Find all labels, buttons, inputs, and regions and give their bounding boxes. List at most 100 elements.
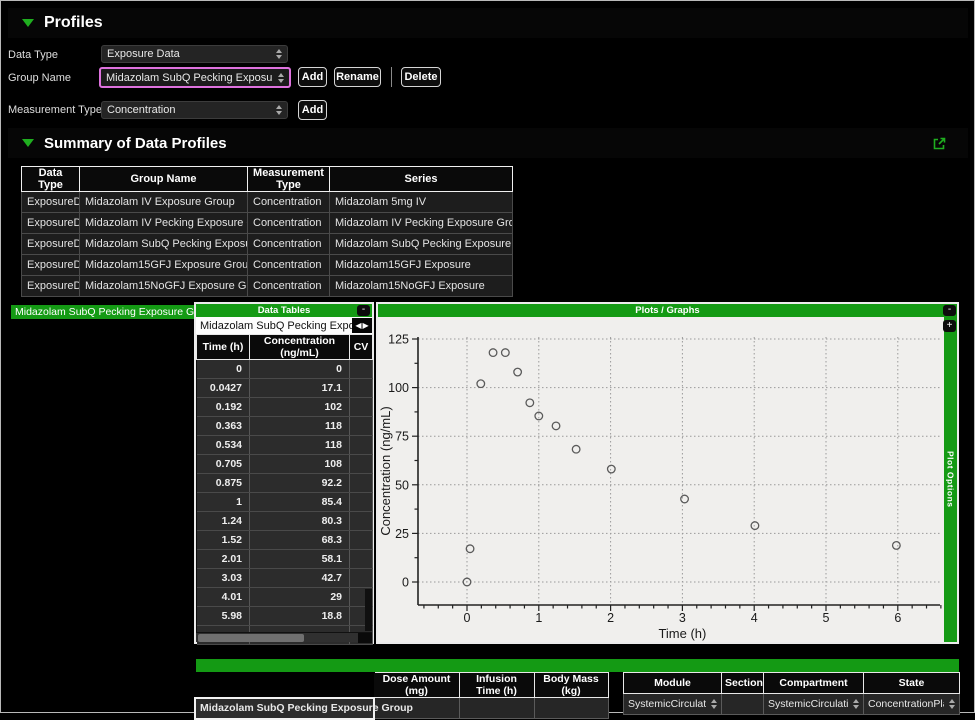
mapping-cell[interactable]: [722, 694, 764, 715]
open-external-icon[interactable]: [933, 137, 946, 150]
data-table-row: 1.2480.3: [197, 512, 373, 531]
data-table-cell[interactable]: [350, 512, 373, 531]
data-table-cell[interactable]: 29: [250, 588, 350, 607]
data-table-cell[interactable]: 42.7: [250, 569, 350, 588]
x-tick-label: 3: [679, 611, 686, 625]
dose-header-spacer: [195, 673, 374, 698]
horizontal-scrollbar[interactable]: [196, 632, 372, 642]
data-table-cell[interactable]: 0.192: [197, 398, 250, 417]
scrollbar-thumb[interactable]: [198, 634, 304, 642]
summary-row[interactable]: ExposureDataMidazolam IV Exposure GroupC…: [22, 192, 513, 213]
data-table-cell[interactable]: [350, 550, 373, 569]
data-table-cell[interactable]: 0.534: [197, 436, 250, 455]
summary-cell: ExposureData: [22, 192, 80, 213]
group-rename-button[interactable]: Rename: [334, 67, 381, 87]
data-table-cell[interactable]: 58.1: [250, 550, 350, 569]
group-name-select[interactable]: Midazolam SubQ Pecking Exposure Group: [99, 67, 291, 88]
data-table-cell[interactable]: 108: [250, 455, 350, 474]
data-table-cell[interactable]: 0.875: [197, 474, 250, 493]
select-stepper-icon: [276, 105, 282, 115]
data-table-cell[interactable]: 0.0427: [197, 379, 250, 398]
data-point: [489, 349, 497, 357]
summary-row[interactable]: ExposureDataMidazolam IV Pecking Exposur…: [22, 213, 513, 234]
data-table-cell[interactable]: 118: [250, 417, 350, 436]
collapse-arrow-icon[interactable]: [22, 139, 34, 147]
data-type-select[interactable]: Exposure Data: [101, 45, 288, 63]
group-add-button[interactable]: Add: [298, 67, 327, 87]
data-point: [893, 542, 901, 550]
mapping-select[interactable]: SystemicCirculation: [764, 694, 864, 715]
data-table-cell[interactable]: 0: [197, 360, 250, 379]
plot-options-strip[interactable]: Plot Options: [944, 317, 957, 642]
summary-row[interactable]: ExposureDataMidazolam15GFJ Exposure Grou…: [22, 255, 513, 276]
data-tables-tabbar: Midazolam SubQ Pecking Exposure Group ◀ …: [196, 317, 372, 334]
mapping-column-header: State: [864, 673, 960, 694]
expand-button[interactable]: +: [943, 320, 956, 332]
data-table-cell[interactable]: 102: [250, 398, 350, 417]
data-table-row: 0.363118: [197, 417, 373, 436]
measurement-add-button[interactable]: Add: [298, 100, 327, 120]
data-point: [751, 522, 759, 530]
data-table-cell[interactable]: 92.2: [250, 474, 350, 493]
data-table-cell[interactable]: 68.3: [250, 531, 350, 550]
data-table-cell[interactable]: [350, 360, 373, 379]
group-name-value: Midazolam SubQ Pecking Exposure Group: [106, 72, 273, 84]
collapse-arrow-icon[interactable]: [22, 19, 34, 27]
data-table-cell[interactable]: [350, 474, 373, 493]
summary-row[interactable]: ExposureDataMidazolam SubQ Pecking Expos…: [22, 234, 513, 255]
data-table-cell[interactable]: [350, 379, 373, 398]
bottom-group-name: Midazolam SubQ Pecking Exposure Group: [195, 698, 374, 719]
data-table-row: 0.042717.1: [197, 379, 373, 398]
data-point: [526, 399, 534, 407]
data-table-cell[interactable]: 118: [250, 436, 350, 455]
scrollbar-corner: [358, 633, 372, 643]
data-table-cell[interactable]: 1.24: [197, 512, 250, 531]
group-list-item-selected[interactable]: Midazolam SubQ Pecking Exposure Group: [11, 305, 219, 319]
mapping-select[interactable]: SystemicCirculation: [624, 694, 722, 715]
data-table-tab[interactable]: Midazolam SubQ Pecking Exposure Group: [196, 320, 352, 332]
data-table-cell[interactable]: 17.1: [250, 379, 350, 398]
data-table-cell[interactable]: 0: [250, 360, 350, 379]
minimize-button[interactable]: -: [357, 305, 370, 316]
select-stepper-icon: [949, 699, 955, 709]
y-tick-label: 50: [395, 478, 409, 492]
y-tick-label: 25: [395, 527, 409, 541]
data-table-column-header: Time (h): [197, 335, 250, 360]
minimize-button[interactable]: -: [943, 305, 956, 316]
body-mass-cell[interactable]: [534, 698, 608, 719]
y-tick-label: 100: [388, 381, 409, 395]
summary-row[interactable]: ExposureDataMidazolam15NoGFJ Exposure Gr…: [22, 276, 513, 297]
data-table-cell[interactable]: [350, 398, 373, 417]
mapping-select[interactable]: ConcentrationPlasma: [864, 694, 960, 715]
data-table-cell[interactable]: 5.98: [197, 607, 250, 626]
data-table-cell[interactable]: [350, 455, 373, 474]
data-table-cell[interactable]: 18.8: [250, 607, 350, 626]
data-table-cell[interactable]: 1: [197, 493, 250, 512]
select-stepper-icon: [276, 49, 282, 59]
dose-table-row: Midazolam SubQ Pecking Exposure Group: [195, 698, 608, 719]
data-point: [681, 495, 689, 503]
data-table-cell[interactable]: 0.363: [197, 417, 250, 436]
infusion-time-cell[interactable]: [459, 698, 534, 719]
data-table-cell[interactable]: 80.3: [250, 512, 350, 531]
data-table-cell[interactable]: [350, 569, 373, 588]
dose-table: Dose Amount (mg) Infusion Time (h) Body …: [194, 672, 609, 720]
data-table-cell[interactable]: 4.01: [197, 588, 250, 607]
data-table-row: 0.87592.2: [197, 474, 373, 493]
x-tick-label: 1: [535, 611, 542, 625]
data-table-cell[interactable]: 3.03: [197, 569, 250, 588]
measurement-type-select[interactable]: Concentration: [101, 101, 288, 119]
tab-scroll-left-icon[interactable]: ◀: [355, 321, 361, 330]
data-table-cell[interactable]: [350, 493, 373, 512]
data-table-cell[interactable]: [350, 417, 373, 436]
group-delete-button[interactable]: Delete: [401, 67, 441, 87]
data-table-cell[interactable]: [350, 531, 373, 550]
data-table-cell[interactable]: 85.4: [250, 493, 350, 512]
data-table-cell[interactable]: 0.705: [197, 455, 250, 474]
data-table-cell[interactable]: 2.01: [197, 550, 250, 569]
tab-scroll-right-icon[interactable]: ▶: [363, 321, 369, 330]
data-table-cell[interactable]: 1.52: [197, 531, 250, 550]
vertical-scrollbar[interactable]: [365, 589, 372, 631]
data-table-cell[interactable]: [350, 436, 373, 455]
data-type-label: Data Type: [8, 49, 58, 61]
